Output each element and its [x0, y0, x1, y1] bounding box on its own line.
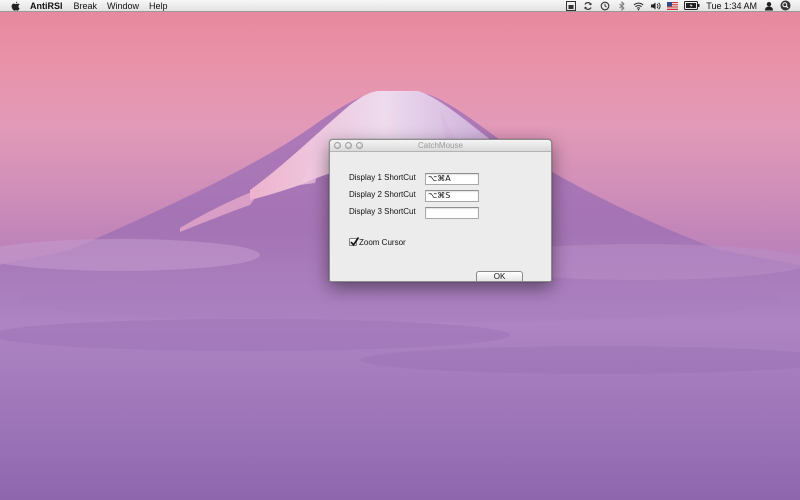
- user-icon[interactable]: [763, 0, 774, 11]
- display-3-shortcut-label: Display 3 ShortCut: [349, 207, 416, 216]
- volume-icon[interactable]: [650, 0, 661, 11]
- window-titlebar[interactable]: CatchMouse: [330, 140, 551, 152]
- zoom-cursor-checkbox[interactable]: [349, 237, 360, 247]
- flag-icon[interactable]: [667, 0, 679, 11]
- window-title: CatchMouse: [418, 141, 463, 150]
- display-1-shortcut-field[interactable]: ⌥⌘A: [425, 173, 479, 185]
- catchmouse-window: CatchMouse Display 1 ShortCut ⌥⌘A Displa…: [329, 139, 552, 282]
- menu-window[interactable]: Window: [102, 0, 144, 12]
- battery-icon[interactable]: [684, 0, 700, 11]
- ok-button[interactable]: OK: [476, 271, 523, 281]
- menu-help[interactable]: Help: [144, 0, 173, 12]
- apple-menu-icon[interactable]: [10, 1, 20, 11]
- zoom-cursor-option[interactable]: Zoom Cursor: [349, 236, 406, 248]
- checkmark-icon: [350, 237, 360, 247]
- menubar-clock[interactable]: Tue 1:34 AM: [706, 0, 757, 12]
- menu-bar: AntiRSI Break Window Help Tue 1:34 AM: [0, 0, 800, 12]
- sync-icon[interactable]: [582, 0, 593, 11]
- time-machine-icon[interactable]: [599, 0, 610, 11]
- display-2-shortcut-field[interactable]: ⌥⌘S: [425, 190, 479, 202]
- menu-break[interactable]: Break: [69, 0, 103, 12]
- window-content: Display 1 ShortCut ⌥⌘A Display 2 ShortCu…: [330, 152, 551, 281]
- menu-app-antirsi[interactable]: AntiRSI: [30, 0, 69, 12]
- antirsi-status-icon[interactable]: [565, 0, 576, 11]
- wifi-icon[interactable]: [633, 0, 644, 11]
- bluetooth-icon[interactable]: [616, 0, 627, 11]
- display-1-shortcut-label: Display 1 ShortCut: [349, 173, 416, 182]
- display-2-shortcut-label: Display 2 ShortCut: [349, 190, 416, 199]
- zoom-cursor-label: Zoom Cursor: [359, 237, 406, 247]
- spotlight-icon[interactable]: [780, 0, 791, 11]
- display-3-shortcut-field[interactable]: [425, 207, 479, 219]
